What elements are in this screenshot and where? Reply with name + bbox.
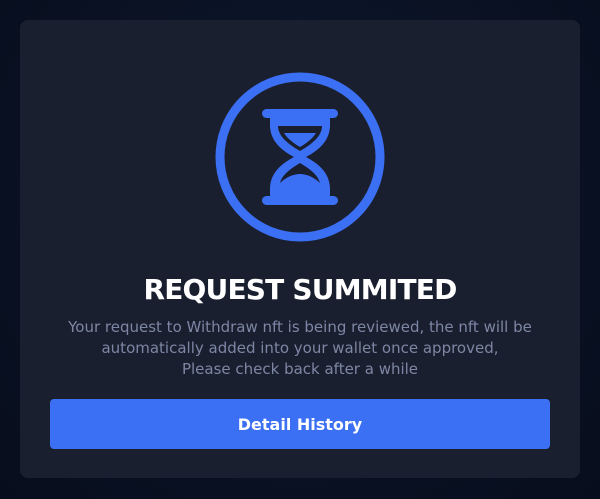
modal-message: Your request to Withdraw nft is being re… [40, 317, 560, 380]
message-line: Your request to Withdraw nft is being re… [68, 318, 532, 336]
modal-title: REQUEST SUMMITED [143, 273, 457, 306]
request-submitted-modal: REQUEST SUMMITED Your request to Withdra… [20, 20, 580, 478]
detail-history-button[interactable]: Detail History [50, 399, 550, 449]
hourglass-icon [214, 71, 386, 243]
message-line: Please check back after a while [181, 360, 419, 378]
message-line: automatically added into your wallet onc… [101, 339, 499, 357]
